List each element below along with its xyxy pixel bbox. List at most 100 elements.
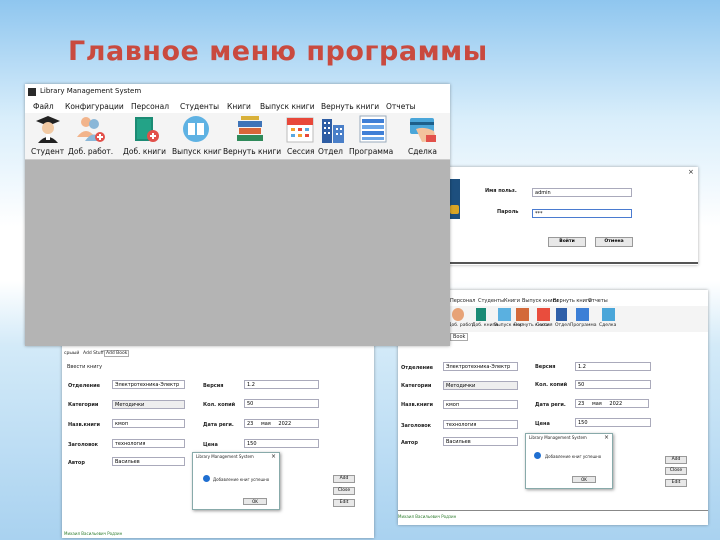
menu-return-books[interactable]: Вернуть книги	[321, 102, 379, 111]
right-close-button[interactable]: Close	[665, 467, 687, 475]
toolbar-issue-book[interactable]: Выпуск книг	[172, 115, 222, 159]
main-workspace	[25, 160, 450, 346]
left-add-button[interactable]: Add	[333, 475, 355, 483]
right-tool-label[interactable]: Сессия	[536, 323, 553, 328]
login-window: × Имя польз. admin Пароль *** Войти Отме…	[448, 167, 698, 265]
right-heading-label: Заголовок	[401, 423, 432, 429]
info-icon	[534, 452, 541, 459]
left-version-label: Версия	[203, 383, 224, 389]
left-footer: Михаил Васильевич Родзин	[64, 531, 123, 536]
login-button[interactable]: Войти	[548, 237, 586, 247]
right-menu-item[interactable]: Книги	[504, 298, 520, 304]
right-copies-input[interactable]: 50	[575, 380, 651, 389]
menu-books[interactable]: Книги	[227, 102, 251, 111]
right-edit-button[interactable]: Edit	[665, 479, 687, 487]
right-category-select[interactable]: Методички	[443, 381, 518, 390]
lock-icon	[450, 205, 459, 214]
right-tab-book[interactable]: Book	[450, 333, 469, 341]
toolbar-label: Студент	[31, 147, 65, 156]
left-tab[interactable]: Add Stuff	[83, 351, 104, 356]
left-tab-add-book[interactable]: Add Book	[104, 350, 130, 357]
info-icon	[203, 475, 210, 482]
right-department-select[interactable]: Электротехника-Электр	[443, 362, 518, 371]
right-date-picker[interactable]: 23 мая 2022	[575, 399, 649, 408]
student-icon	[36, 116, 60, 143]
menu-reports[interactable]: Отчеты	[386, 102, 416, 111]
password-input[interactable]: ***	[532, 209, 632, 218]
right-tool-label[interactable]: Сделка	[599, 323, 616, 328]
right-price-input[interactable]: 150	[575, 418, 651, 427]
right-version-label: Версия	[535, 364, 556, 370]
left-title-label: Назв.книги	[68, 422, 100, 428]
main-titlebar: Library Management System	[25, 84, 450, 100]
toolbar-department[interactable]: Отдел	[318, 115, 348, 159]
right-add-button[interactable]: Add	[665, 456, 687, 464]
left-author-label: Автор	[68, 460, 85, 466]
right-heading-input[interactable]: технология	[443, 420, 518, 429]
left-message-ok[interactable]: OK	[243, 498, 267, 505]
toolbar-add-book[interactable]: Доб. книги	[123, 115, 168, 159]
right-menu-item[interactable]: Отчеты	[588, 298, 608, 304]
right-author-input[interactable]: Васильев	[443, 437, 518, 446]
left-close-button[interactable]: Close	[333, 487, 355, 495]
right-title-label: Назв.книги	[401, 402, 433, 408]
toolbar-student[interactable]: Студент	[31, 115, 65, 159]
left-author-input[interactable]: Васильев	[112, 457, 185, 466]
left-department-label: Отделение	[68, 383, 100, 389]
toolbar-label: Вернуть книги	[223, 147, 282, 156]
left-date-picker[interactable]: 23 мая 2022	[244, 419, 319, 428]
right-menu-item[interactable]: Вернуть книги	[553, 298, 592, 304]
app-icon	[28, 88, 36, 96]
left-title-input[interactable]: кмоп	[112, 419, 185, 428]
main-menubar: Файл Конфигурации Персонал Студенты Книг…	[25, 100, 450, 113]
left-edit-button[interactable]: Edit	[333, 499, 355, 507]
menu-file[interactable]: Файл	[33, 102, 54, 111]
right-bottom-rule	[398, 510, 708, 511]
right-footer: Михаил Васильевич Родзин	[398, 514, 457, 519]
left-tab[interactable]: срыый	[64, 351, 79, 356]
toolbar-program[interactable]: Программа	[349, 115, 397, 159]
toolbar-label: Сессия	[287, 147, 315, 156]
toolbar-deal[interactable]: Сделка	[405, 115, 441, 159]
issue-book-icon	[183, 116, 209, 142]
right-date-year: 2022	[609, 401, 623, 407]
right-department-label: Отделение	[401, 365, 433, 371]
toolbar-return-books[interactable]: Вернуть книги	[223, 115, 282, 159]
left-form-window: срыый Add Stuff Add Book Ввести книгу От…	[62, 340, 374, 538]
left-category-select[interactable]: Методички	[112, 400, 185, 409]
close-icon[interactable]: ×	[271, 453, 276, 460]
toolbar-label: Программа	[349, 147, 394, 156]
right-tool-label[interactable]: Отдел	[555, 323, 570, 328]
right-tool-label[interactable]: Программа	[570, 323, 597, 328]
right-title-input[interactable]: кмоп	[443, 400, 518, 409]
right-price-label: Цена	[535, 421, 550, 427]
toolbar-session[interactable]: Сессия	[284, 115, 316, 159]
left-version-input[interactable]: 1.2	[244, 380, 319, 389]
left-heading-input[interactable]: технология	[112, 439, 185, 448]
close-icon[interactable]: ×	[688, 168, 694, 176]
menu-staff[interactable]: Персонал	[131, 102, 169, 111]
menu-config[interactable]: Конфигурации	[65, 102, 124, 111]
right-menu-item[interactable]: Персонал	[450, 298, 475, 304]
toolbar-label: Выпуск книг	[172, 147, 222, 156]
close-icon[interactable]: ×	[604, 434, 609, 441]
cancel-button[interactable]: Отмена	[595, 237, 633, 247]
return-books-icon	[237, 116, 263, 141]
right-message-ok[interactable]: OK	[572, 476, 596, 483]
menu-issue-book[interactable]: Выпуск книги	[260, 102, 315, 111]
add-staff-icon	[77, 117, 105, 142]
toolbar-label: Сделка	[408, 147, 437, 156]
calendar-icon	[286, 117, 314, 143]
right-category-label: Категории	[401, 383, 432, 389]
left-copies-input[interactable]: 50	[244, 399, 319, 408]
right-message-title: Library Management System	[529, 435, 587, 440]
toolbar-add-staff[interactable]: Доб. работ.	[68, 115, 114, 159]
menu-students[interactable]: Студенты	[180, 102, 219, 111]
right-menu-item[interactable]: Студенты	[478, 298, 504, 304]
username-input[interactable]: admin	[532, 188, 632, 197]
session-icon	[537, 308, 550, 321]
left-department-select[interactable]: Электротехника-Электр	[112, 380, 185, 389]
password-label: Пароль	[497, 209, 519, 215]
right-version-input[interactable]: 1.2	[575, 362, 651, 371]
left-price-input[interactable]: 150	[244, 439, 319, 448]
